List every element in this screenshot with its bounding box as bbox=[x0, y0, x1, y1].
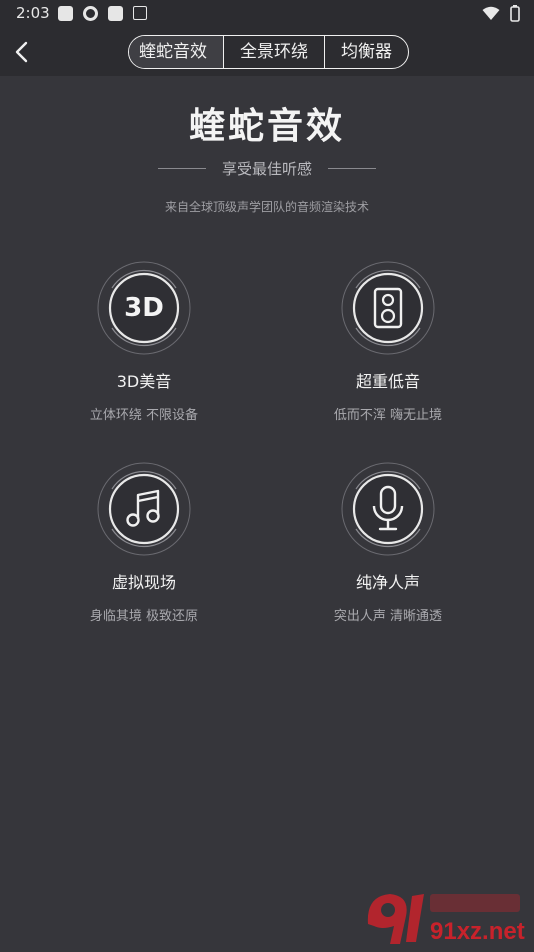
subtitle-row: 享受最佳听感 bbox=[0, 157, 534, 179]
square-notification-icon bbox=[108, 6, 123, 21]
hero-title: 蝰蛇音效 bbox=[188, 106, 345, 147]
wifi-icon bbox=[482, 6, 500, 20]
feature-desc: 突出人声 清晰通透 bbox=[333, 609, 443, 624]
divider-left bbox=[157, 167, 206, 169]
sync-icon bbox=[83, 6, 98, 21]
feature-pure-vocal[interactable]: 纯净人声 突出人声 清晰通透 bbox=[288, 459, 488, 624]
status-bar: 2:03 bbox=[0, 0, 534, 28]
feature-virtual-live[interactable]: 虚拟现场 身临其境 极致还原 bbox=[44, 459, 244, 624]
speaker-icon bbox=[341, 261, 435, 355]
feature-desc: 身临其境 极致还原 bbox=[89, 609, 199, 624]
feature-3d-sound[interactable]: 3D 3D美音 立体环绕 不限设备 bbox=[44, 258, 244, 423]
divider-right bbox=[328, 167, 376, 169]
tab-surround[interactable]: 全景环绕 bbox=[223, 36, 324, 68]
tab-group: 蝰蛇音效 全景环绕 均衡器 bbox=[128, 35, 409, 69]
hero-caption: 来自全球顶级声学团队的音频渲染技术 bbox=[164, 200, 369, 214]
feature-name: 超重低音 bbox=[355, 372, 420, 391]
notification-icons bbox=[58, 6, 147, 21]
3d-text-icon: 3D bbox=[124, 293, 164, 323]
feature-desc: 低而不浑 嗨无止境 bbox=[333, 408, 443, 423]
tab-viper-effect[interactable]: 蝰蛇音效 bbox=[129, 36, 223, 68]
feature-ring bbox=[94, 459, 194, 559]
feature-name: 虚拟现场 bbox=[111, 573, 176, 592]
top-bar: 蝰蛇音效 全景环绕 均衡器 bbox=[0, 28, 534, 76]
feature-desc: 立体环绕 不限设备 bbox=[89, 408, 199, 423]
music-note-icon bbox=[97, 462, 191, 556]
feature-ring bbox=[338, 459, 438, 559]
feature-name: 3D美音 bbox=[116, 372, 172, 391]
tab-equalizer[interactable]: 均衡器 bbox=[324, 36, 408, 68]
watermark-logo: 91xz.net bbox=[360, 886, 530, 948]
battery-icon bbox=[510, 5, 520, 22]
app-notification-icon bbox=[58, 6, 73, 21]
back-button[interactable] bbox=[10, 38, 38, 66]
feature-super-bass[interactable]: 超重低音 低而不浑 嗨无止境 bbox=[288, 258, 488, 423]
feature-name: 纯净人声 bbox=[355, 573, 420, 592]
microphone-icon bbox=[341, 462, 435, 556]
hero-subtitle: 享受最佳听感 bbox=[221, 159, 312, 178]
chevron-left-icon bbox=[15, 41, 28, 63]
status-time: 2:03 bbox=[16, 4, 50, 22]
watermark-text: 91xz.net bbox=[430, 918, 525, 945]
feature-ring: 3D bbox=[94, 258, 194, 358]
feature-ring bbox=[338, 258, 438, 358]
font-notification-icon bbox=[133, 6, 147, 20]
